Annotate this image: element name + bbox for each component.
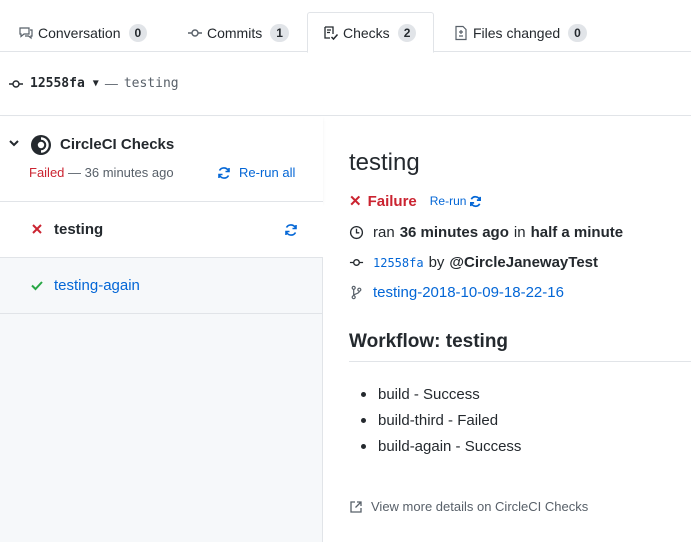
sync-icon [218, 166, 230, 179]
suite-status-failed: Failed [29, 165, 65, 180]
commit-info-row: 12558fa by @CircleJanewayTest [349, 254, 598, 271]
ran-prefix: ran [373, 224, 395, 241]
job-list: build - Success build-third - Failed bui… [361, 381, 521, 459]
sync-icon [470, 195, 482, 207]
check-run-label: testing [54, 221, 104, 238]
suite-status: Failed — 36 minutes ago [29, 165, 174, 180]
check-runs-sidebar: CircleCI Checks Failed — 36 minutes ago … [0, 117, 323, 542]
job-label: build-again - Success [378, 437, 522, 455]
bullet [361, 443, 366, 449]
commit-selector-row: 12558fa ▼ — testing [0, 52, 691, 116]
checklist-icon [324, 25, 339, 40]
branch-link[interactable]: testing-2018-10-09-18-22-16 [373, 284, 564, 301]
rerun-label: Re-run [429, 194, 467, 208]
conversation-icon [19, 26, 33, 39]
commit-name: testing [123, 76, 179, 91]
more-link-label: View more details on CircleCI Checks [371, 499, 589, 514]
tab-count: 0 [128, 23, 148, 42]
commit-icon [349, 259, 364, 266]
job-label: build-third - Failed [378, 411, 499, 429]
tab-label: Commits [207, 24, 263, 41]
tab-label: Conversation [38, 24, 121, 41]
rerun-all-button[interactable]: Re-run all [217, 165, 295, 180]
check-run-item-testing-again[interactable]: testing-again [0, 258, 323, 314]
job-label: build - Success [378, 385, 480, 403]
branch-row: testing-2018-10-09-18-22-16 [349, 284, 564, 301]
suite-time: — 36 minutes ago [68, 165, 174, 180]
check-run-item-testing[interactable]: testing [0, 202, 323, 258]
x-icon [32, 224, 42, 234]
list-item: build - Success [361, 381, 521, 407]
workflow-heading: Workflow: testing [349, 331, 509, 352]
ran-in: in [513, 224, 526, 241]
divider [349, 361, 691, 362]
ran-time: 36 minutes ago [399, 224, 509, 241]
tab-count: 2 [397, 23, 417, 42]
commit-icon [188, 28, 202, 37]
clock-icon [349, 225, 364, 240]
list-item: build-again - Success [361, 433, 521, 459]
rerun-button[interactable]: Re-run [430, 194, 483, 208]
suite-title: CircleCI Checks [60, 136, 175, 153]
separator: — [104, 76, 118, 91]
tab-label: Checks [343, 24, 390, 41]
tab-checks[interactable]: Checks 2 [307, 12, 434, 53]
tab-commits[interactable]: Commits 1 [187, 12, 289, 53]
commit-sha-link[interactable]: 12558fa [373, 256, 424, 270]
check-run-status: ✕ Failure Re-run [349, 192, 482, 210]
circleci-logo-icon [31, 135, 51, 155]
file-diff-icon [455, 25, 467, 40]
tab-label: Files changed [473, 24, 561, 41]
commit-icon [9, 79, 23, 88]
commit-author: @CircleJanewayTest [449, 254, 599, 271]
view-more-details-link[interactable]: View more details on CircleCI Checks [349, 499, 588, 514]
pr-tab-bar: Conversation 0 Commits 1 Checks 2 Files … [0, 0, 691, 53]
ran-duration: half a minute [530, 224, 624, 241]
check-icon [31, 281, 43, 291]
commit-sha-dropdown[interactable]: 12558fa [30, 76, 85, 91]
git-branch-icon [351, 285, 362, 300]
bullet [361, 417, 366, 423]
tab-files-changed[interactable]: Files changed 0 [453, 12, 587, 53]
tab-count: 1 [270, 23, 289, 42]
x-icon: ✕ [349, 193, 362, 210]
commit-by: by [428, 254, 445, 271]
caret-down-icon[interactable]: ▼ [93, 78, 99, 89]
status-failure-text: Failure [367, 192, 417, 210]
check-suite-header: CircleCI Checks Failed — 36 minutes ago … [0, 117, 323, 202]
list-item: build-third - Failed [361, 407, 521, 433]
run-duration-row: ran 36 minutes ago in half a minute [349, 224, 623, 241]
external-link-icon [350, 500, 362, 513]
check-run-detail: testing ✕ Failure Re-run ran 36 minutes … [324, 117, 691, 542]
chevron-down-icon[interactable] [8, 137, 20, 149]
check-run-label: testing-again [54, 277, 140, 294]
sync-icon[interactable] [284, 223, 298, 237]
rerun-all-label: Re-run all [239, 165, 296, 180]
check-run-title: testing [349, 149, 420, 176]
bullet [361, 391, 366, 397]
tab-count: 0 [568, 23, 587, 42]
tab-conversation[interactable]: Conversation 0 [18, 12, 148, 53]
